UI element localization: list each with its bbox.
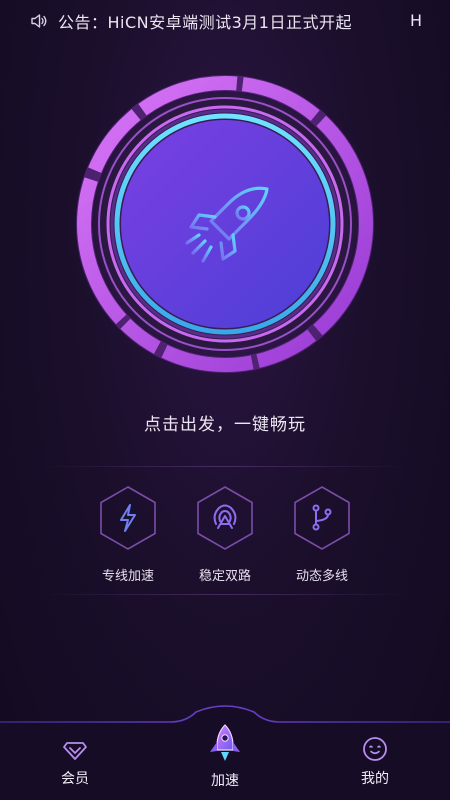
branch-icon: [294, 486, 350, 550]
accelerate-button[interactable]: [119, 117, 331, 329]
notice-bar[interactable]: 公告：HiCN安卓端测试3月1日正式开起 H: [0, 0, 450, 42]
speaker-icon: [31, 14, 47, 28]
feature-label: 稳定双路: [198, 569, 251, 584]
tab-label: 加速: [211, 773, 239, 789]
slogan-text: 点击出发，一键畅玩: [144, 415, 306, 435]
divider-bottom: [40, 594, 410, 595]
tab-mine[interactable]: 我的: [330, 736, 420, 788]
feature-stable-dual[interactable]: 稳定双路: [175, 485, 275, 584]
feature-dedicated-line[interactable]: 专线加速: [78, 485, 178, 584]
diamond-icon: [63, 742, 87, 760]
feature-label: 动态多线: [295, 569, 348, 584]
notice-text: 公告：HiCN安卓端测试3月1日正式开起: [58, 13, 352, 32]
divider-top: [40, 466, 410, 467]
notice-scroll-text: H: [409, 11, 422, 30]
tab-label: 会员: [61, 771, 89, 787]
tab-member[interactable]: 会员: [30, 736, 120, 788]
lightning-icon: [100, 486, 156, 550]
tab-accelerate[interactable]: 加速: [180, 722, 270, 790]
feature-dynamic-multi[interactable]: 动态多线: [272, 485, 372, 584]
feature-label: 专线加速: [101, 569, 154, 584]
tab-label: 我的: [361, 771, 389, 787]
smiley-icon: [363, 737, 387, 761]
rocket-icon: [185, 186, 269, 263]
signal-tower-icon: [197, 486, 253, 550]
bottom-tab-bar: 会员 加速 我的: [0, 700, 450, 800]
rocket-icon: [210, 724, 240, 761]
